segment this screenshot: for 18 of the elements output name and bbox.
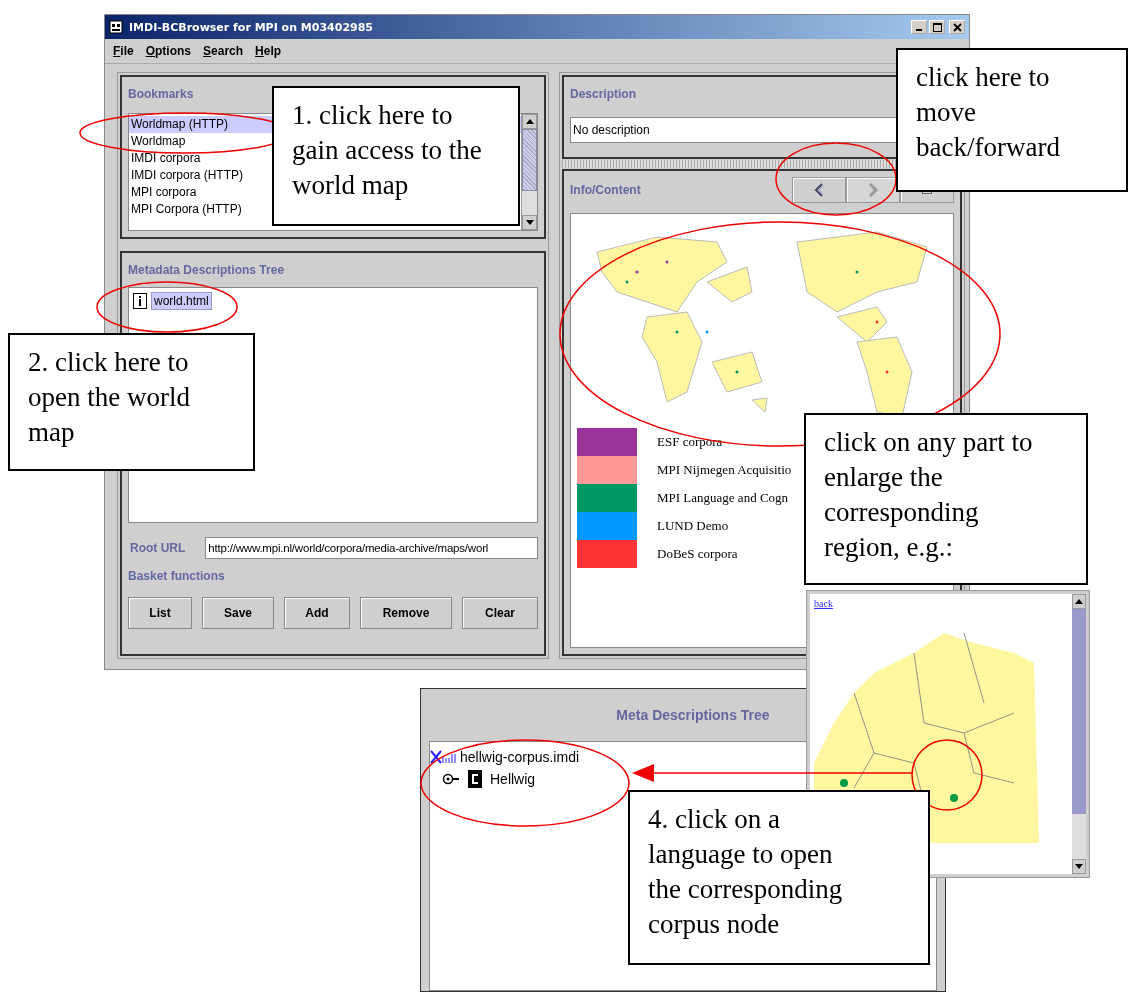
legend-label: DoBeS corpora <box>657 546 738 562</box>
legend-label: ESF corpora <box>657 434 723 450</box>
legend-label: LUND Demo <box>657 518 729 534</box>
panel-heading: Metadata Descriptions Tree <box>128 263 286 277</box>
callout-tooltip: 4. click on a language to open the corresponding corpus node <box>628 790 930 965</box>
legend-label: MPI Nijmegen Acquisitio <box>657 462 792 478</box>
window-title: IMDI-BCBrowser for MPI on M03402985 <box>129 20 374 34</box>
panel-heading: Description <box>570 87 637 101</box>
section-heading: Basket functions <box>128 569 226 583</box>
callout-tooltip: 2. click here to open the world map <box>8 333 255 471</box>
legend-label: MPI Language and Cogn <box>657 490 789 506</box>
panel-heading: Info/Content <box>570 183 641 197</box>
callout-tooltip: click on any part to enlarge the corresponding region, e.g.: <box>804 413 1088 585</box>
field-label: Root URL <box>129 541 186 555</box>
callout-tooltip: click here to move back/forward <box>896 48 1128 192</box>
panel-heading: Bookmarks <box>128 87 195 101</box>
panel-heading: Meta Descriptions Tree <box>616 707 770 723</box>
callout-tooltip: 1. click here to gain access to the world map <box>272 86 520 226</box>
